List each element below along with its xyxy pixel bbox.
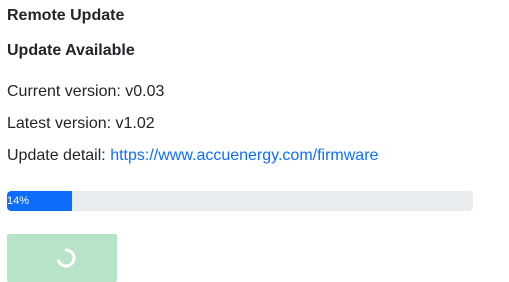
current-version-label: Current version: <box>7 83 121 100</box>
update-detail-line: Update detail: https://www.accuenergy.co… <box>7 145 378 167</box>
spinner-icon <box>57 248 76 268</box>
progress-label: 14% <box>7 195 30 207</box>
progress-fill: 14% <box>7 191 73 211</box>
update-status-heading: Update Available <box>7 42 135 59</box>
latest-version-value: v1.02 <box>115 115 155 132</box>
firmware-link[interactable]: https://www.accuenergy.com/firmware <box>110 147 378 164</box>
latest-version-line: Latest version: v1.02 <box>7 113 155 135</box>
current-version-line: Current version: v0.03 <box>7 81 164 103</box>
latest-version-label: Latest version: <box>7 115 112 132</box>
update-progress-bar: 14% <box>7 191 473 211</box>
update-detail-label: Update detail: <box>7 147 106 164</box>
section-title: Remote Update <box>7 7 125 24</box>
update-button[interactable] <box>7 234 117 282</box>
current-version-value: v0.03 <box>125 83 165 100</box>
